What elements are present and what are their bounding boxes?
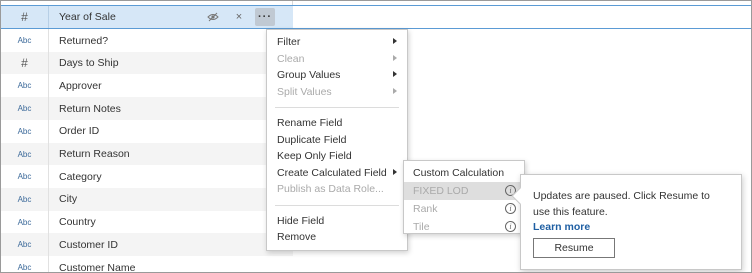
string-type-icon: Abc xyxy=(1,142,49,166)
menu-item-rename-field[interactable]: Rename Field xyxy=(267,115,407,132)
field-list: # Year of Sale × ··· Abc Returned? # Days t… xyxy=(1,1,293,273)
field-row[interactable]: Abc Returned? xyxy=(1,29,293,52)
field-name: Approver xyxy=(59,79,102,92)
info-icon[interactable]: i xyxy=(505,203,516,214)
submenu-arrow-icon xyxy=(393,168,397,175)
string-type-icon: Abc xyxy=(1,74,49,98)
menu-item-keep-only-field[interactable]: Keep Only Field xyxy=(267,148,407,165)
string-type-icon: Abc xyxy=(1,119,49,143)
field-row[interactable]: Abc City xyxy=(1,187,293,211)
field-context-menu: Filter Clean Group Values Split Values R… xyxy=(266,29,408,251)
tooltip-message: Updates are paused. Click Resume to use … xyxy=(533,190,710,218)
field-name: Return Notes xyxy=(59,102,121,115)
field-name: Country xyxy=(59,216,96,229)
field-row[interactable]: Abc Category xyxy=(1,165,293,189)
paused-updates-tooltip: Updates are paused. Click Resume to use … xyxy=(511,174,742,270)
submenu-arrow-icon xyxy=(393,54,397,61)
field-name: Days to Ship xyxy=(59,57,119,70)
close-icon[interactable]: × xyxy=(229,8,249,26)
field-name: Return Reason xyxy=(59,148,130,160)
string-type-icon: Abc xyxy=(1,29,49,52)
menu-item-create-calculated-field[interactable]: Create Calculated Field xyxy=(267,165,407,182)
field-name: Order ID xyxy=(59,125,100,138)
field-row[interactable]: Abc Return Reason xyxy=(1,142,293,166)
menu-item-remove[interactable]: Remove xyxy=(267,229,407,246)
more-options-icon[interactable]: ··· xyxy=(255,8,275,26)
submenu-arrow-icon xyxy=(393,38,397,44)
submenu-arrow-icon xyxy=(393,87,397,94)
field-row[interactable]: Abc Customer Name xyxy=(1,256,293,273)
field-row[interactable]: Abc Customer ID xyxy=(1,233,293,257)
field-name: Returned? xyxy=(59,34,109,47)
resume-button[interactable]: Resume xyxy=(533,238,615,258)
field-row[interactable]: Abc Country xyxy=(1,210,293,234)
app-frame: # Year of Sale × ··· Abc Returned? # Days t… xyxy=(0,0,752,273)
field-name: Year of Sale xyxy=(59,11,116,23)
header-row-extension xyxy=(293,5,751,29)
field-name: Customer ID xyxy=(59,238,118,251)
menu-item-filter[interactable]: Filter xyxy=(267,34,407,51)
submenu-item-rank: Rank i xyxy=(404,200,524,218)
field-row[interactable]: Abc Return Notes xyxy=(1,97,293,121)
hide-field-icon[interactable] xyxy=(203,8,223,26)
menu-item-split-values: Split Values xyxy=(267,84,407,101)
field-name: City xyxy=(59,193,78,206)
number-type-icon: # xyxy=(1,6,49,28)
number-type-icon: # xyxy=(1,51,49,75)
submenu-arrow-icon xyxy=(393,71,397,77)
menu-item-hide-field[interactable]: Hide Field xyxy=(267,213,407,230)
field-row[interactable]: Abc Approver xyxy=(1,74,293,98)
submenu-item-tile: Tile i xyxy=(404,218,524,236)
selected-field-header[interactable]: # Year of Sale × ··· xyxy=(1,5,293,29)
field-row[interactable]: Abc Order ID xyxy=(1,119,293,143)
submenu-item-fixed-lod: FIXED LOD i xyxy=(404,182,524,200)
menu-divider xyxy=(275,107,399,108)
menu-divider xyxy=(275,204,399,206)
menu-item-duplicate-field[interactable]: Duplicate Field xyxy=(267,132,407,149)
learn-more-link[interactable]: Learn more xyxy=(533,221,729,233)
string-type-icon: Abc xyxy=(1,233,49,257)
string-type-icon: Abc xyxy=(1,187,49,211)
field-name: Customer Name xyxy=(59,261,136,273)
menu-item-group-values[interactable]: Group Values xyxy=(267,67,407,84)
info-icon[interactable]: i xyxy=(505,221,516,232)
field-name: Category xyxy=(59,170,102,183)
header-tools: × ··· xyxy=(203,6,275,28)
field-row[interactable]: # Days to Ship xyxy=(1,51,293,75)
string-type-icon: Abc xyxy=(1,97,49,121)
string-type-icon: Abc xyxy=(1,210,49,234)
string-type-icon: Abc xyxy=(1,256,49,272)
string-type-icon: Abc xyxy=(1,165,49,189)
calculated-field-submenu: Custom Calculation FIXED LOD i Rank i Tile… xyxy=(403,160,525,234)
menu-item-publish-as-data-role: Publish as Data Role... xyxy=(277,183,384,196)
submenu-item-custom-calculation[interactable]: Custom Calculation xyxy=(404,164,524,182)
menu-item-clean: Clean xyxy=(267,51,407,68)
